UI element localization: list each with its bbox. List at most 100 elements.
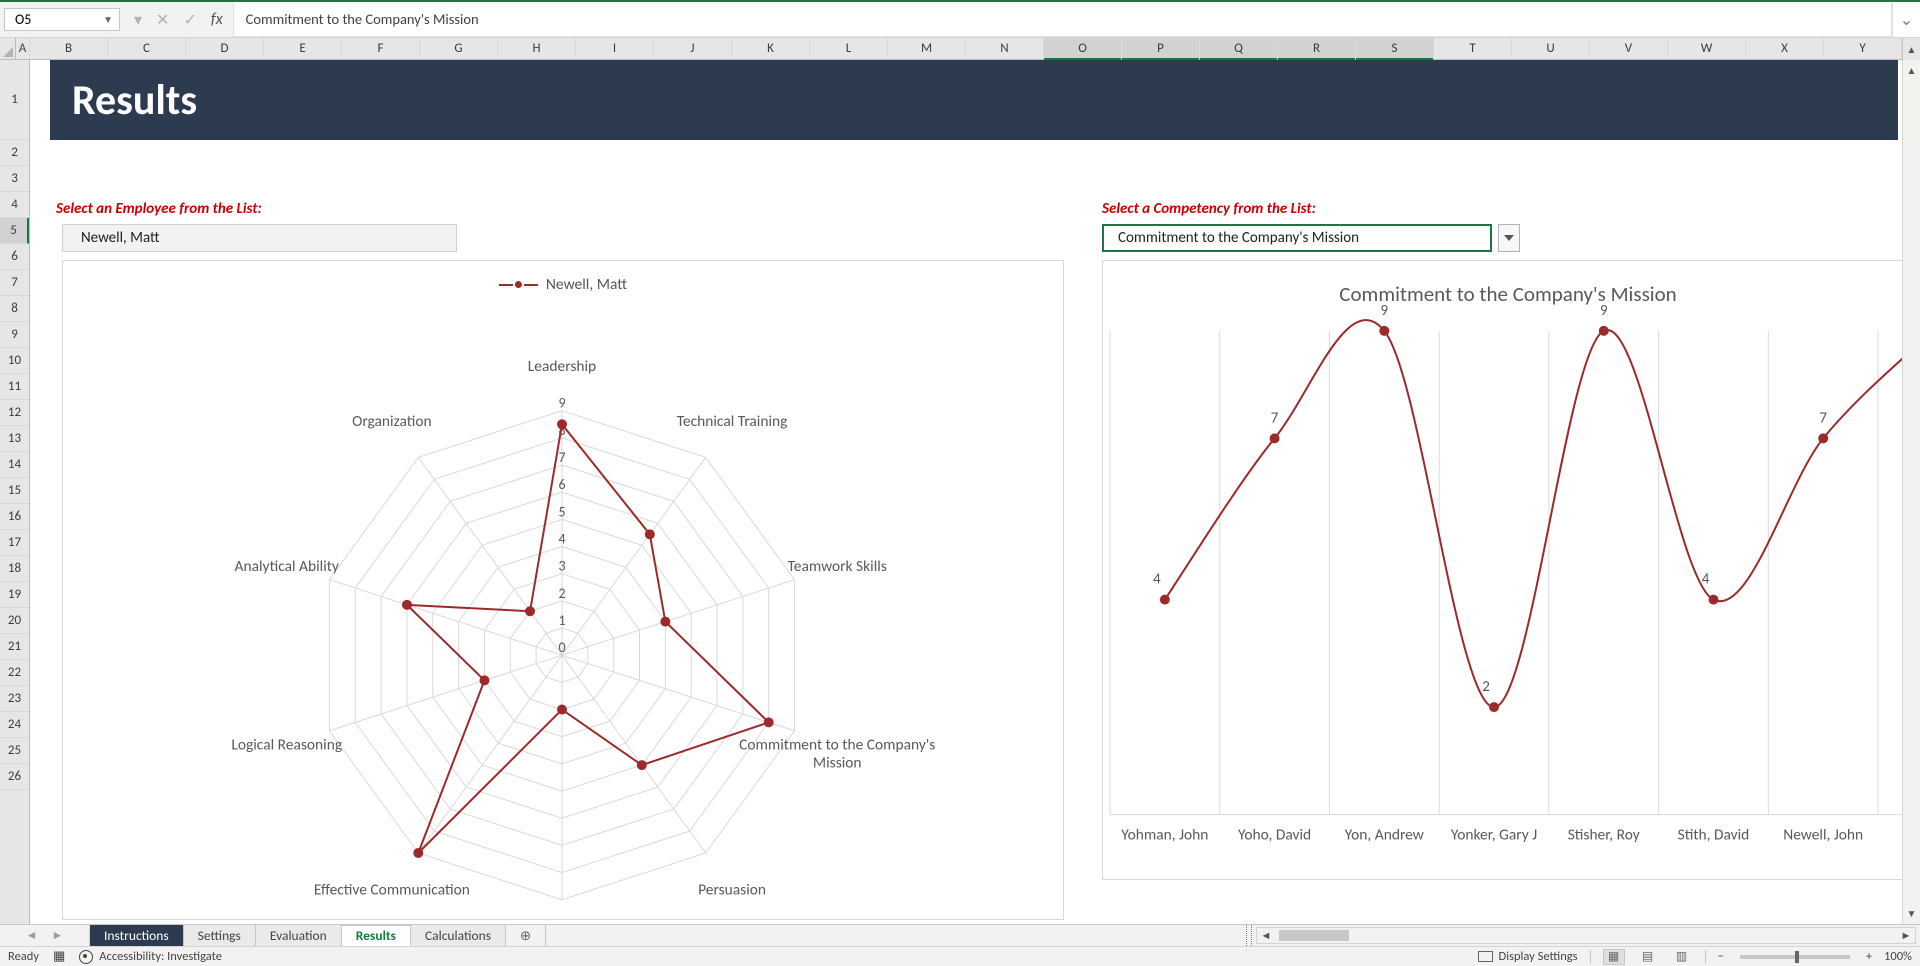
zoom-slider[interactable] (1740, 955, 1850, 959)
column-header-B[interactable]: B (30, 38, 108, 59)
row-header-8[interactable]: 8 (0, 296, 29, 322)
column-header-J[interactable]: J (654, 38, 732, 59)
row-header-22[interactable]: 22 (0, 660, 29, 686)
sheet-tab-calculations[interactable]: Calculations (411, 925, 506, 946)
row-header-26[interactable]: 26 (0, 764, 29, 790)
column-header-C[interactable]: C (108, 38, 186, 59)
svg-text:7: 7 (558, 449, 565, 466)
row-header-18[interactable]: 18 (0, 556, 29, 582)
svg-text:6: 6 (558, 476, 565, 493)
svg-text:Logical Reasoning: Logical Reasoning (231, 736, 342, 755)
vertical-scrollbar[interactable]: ▲ ▼ (1902, 60, 1920, 924)
column-header-G[interactable]: G (420, 38, 498, 59)
row-header-20[interactable]: 20 (0, 608, 29, 634)
column-header-L[interactable]: L (810, 38, 888, 59)
svg-text:7: 7 (1819, 409, 1827, 427)
column-header-D[interactable]: D (186, 38, 264, 59)
name-box[interactable]: O5 ▼ (4, 8, 120, 31)
formula-bar-expand[interactable]: ⌄ (1892, 2, 1920, 37)
sheet-tab-instructions[interactable]: Instructions (90, 925, 184, 946)
scroll-up-icon[interactable]: ▲ (1907, 64, 1917, 77)
column-header-I[interactable]: I (576, 38, 654, 59)
column-header-Q[interactable]: Q (1200, 38, 1278, 59)
svg-text:Yonker, Gary J: Yonker, Gary J (1451, 826, 1537, 845)
select-all-triangle[interactable] (0, 38, 16, 59)
row-header-6[interactable]: 6 (0, 244, 29, 270)
tab-prev-icon[interactable]: ◄ (26, 928, 38, 943)
hscroll-left-icon[interactable]: ◄ (1257, 929, 1275, 942)
competency-cell[interactable]: Commitment to the Company's Mission (1102, 224, 1492, 252)
zoom-out-button[interactable]: − (1718, 949, 1724, 964)
row-header-24[interactable]: 24 (0, 712, 29, 738)
column-header-M[interactable]: M (888, 38, 966, 59)
row-header-14[interactable]: 14 (0, 452, 29, 478)
column-header-W[interactable]: W (1668, 38, 1746, 59)
svg-text:4: 4 (1153, 571, 1161, 589)
fx-icon[interactable]: fx (211, 10, 223, 29)
row-header-21[interactable]: 21 (0, 634, 29, 660)
column-header-F[interactable]: F (342, 38, 420, 59)
cancel-icon[interactable]: ✕ (156, 10, 169, 30)
column-header-X[interactable]: X (1746, 38, 1824, 59)
column-header-P[interactable]: P (1122, 38, 1200, 59)
row-header-4[interactable]: 4 (0, 192, 29, 218)
add-sheet-button[interactable]: ⊕ (506, 925, 546, 946)
column-header-O[interactable]: O (1044, 38, 1122, 59)
row-header-16[interactable]: 16 (0, 504, 29, 530)
row-header-1[interactable]: 1 (0, 60, 29, 140)
column-header-R[interactable]: R (1278, 38, 1356, 59)
formula-bar[interactable]: Commitment to the Company's Mission (233, 2, 1892, 37)
row-header-12[interactable]: 12 (0, 400, 29, 426)
column-header-K[interactable]: K (732, 38, 810, 59)
column-header-U[interactable]: U (1512, 38, 1590, 59)
dropdown-icon[interactable]: ▾ (134, 10, 142, 30)
row-header-23[interactable]: 23 (0, 686, 29, 712)
sheet-tab-settings[interactable]: Settings (184, 925, 256, 946)
column-scroll-up-icon[interactable]: ▲ (1902, 38, 1920, 60)
chevron-down-icon[interactable]: ▼ (103, 13, 113, 26)
confirm-icon[interactable]: ✓ (183, 10, 196, 30)
row-header-7[interactable]: 7 (0, 270, 29, 296)
employee-select[interactable]: Newell, Matt (62, 224, 457, 252)
view-normal-button[interactable]: ▦ (1603, 949, 1625, 965)
horizontal-scrollbar[interactable]: ◄ ► (1256, 927, 1916, 944)
scroll-down-icon[interactable]: ▼ (1907, 907, 1917, 920)
tab-scroll-splitter[interactable] (1246, 925, 1252, 946)
column-header-N[interactable]: N (966, 38, 1044, 59)
results-banner: Results (50, 60, 1898, 140)
macro-record-icon[interactable]: ▦ (53, 949, 65, 964)
hscroll-thumb[interactable] (1279, 930, 1349, 941)
row-header-15[interactable]: 15 (0, 478, 29, 504)
row-header-19[interactable]: 19 (0, 582, 29, 608)
row-header-17[interactable]: 17 (0, 530, 29, 556)
column-header-H[interactable]: H (498, 38, 576, 59)
column-header-E[interactable]: E (264, 38, 342, 59)
tab-next-icon[interactable]: ► (52, 928, 64, 943)
row-header-5[interactable]: 5 (0, 218, 29, 244)
hscroll-right-icon[interactable]: ► (1897, 929, 1915, 942)
row-header-3[interactable]: 3 (0, 166, 29, 192)
row-header-13[interactable]: 13 (0, 426, 29, 452)
display-settings-text: Display Settings (1499, 949, 1578, 964)
row-header-10[interactable]: 10 (0, 348, 29, 374)
row-header-11[interactable]: 11 (0, 374, 29, 400)
column-header-T[interactable]: T (1434, 38, 1512, 59)
column-header-Y[interactable]: Y (1824, 38, 1902, 59)
zoom-in-button[interactable]: + (1866, 949, 1872, 964)
column-header-S[interactable]: S (1356, 38, 1434, 59)
view-page-layout-button[interactable]: ▤ (1637, 949, 1659, 965)
row-header-9[interactable]: 9 (0, 322, 29, 348)
row-header-2[interactable]: 2 (0, 140, 29, 166)
row-header-25[interactable]: 25 (0, 738, 29, 764)
accessibility-status[interactable]: Accessibility: Investigate (79, 949, 222, 964)
competency-dropdown-button[interactable] (1498, 224, 1520, 252)
display-settings-button[interactable]: Display Settings (1478, 949, 1578, 964)
svg-text:2: 2 (1482, 678, 1490, 696)
column-header-A[interactable]: A (16, 38, 30, 59)
column-header-V[interactable]: V (1590, 38, 1668, 59)
sheet-tab-evaluation[interactable]: Evaluation (256, 925, 342, 946)
svg-text:Technical Training: Technical Training (677, 412, 788, 431)
sheet-tab-results[interactable]: Results (342, 925, 411, 947)
svg-text:Organization: Organization (352, 412, 431, 431)
view-page-break-button[interactable]: ▥ (1671, 949, 1693, 965)
